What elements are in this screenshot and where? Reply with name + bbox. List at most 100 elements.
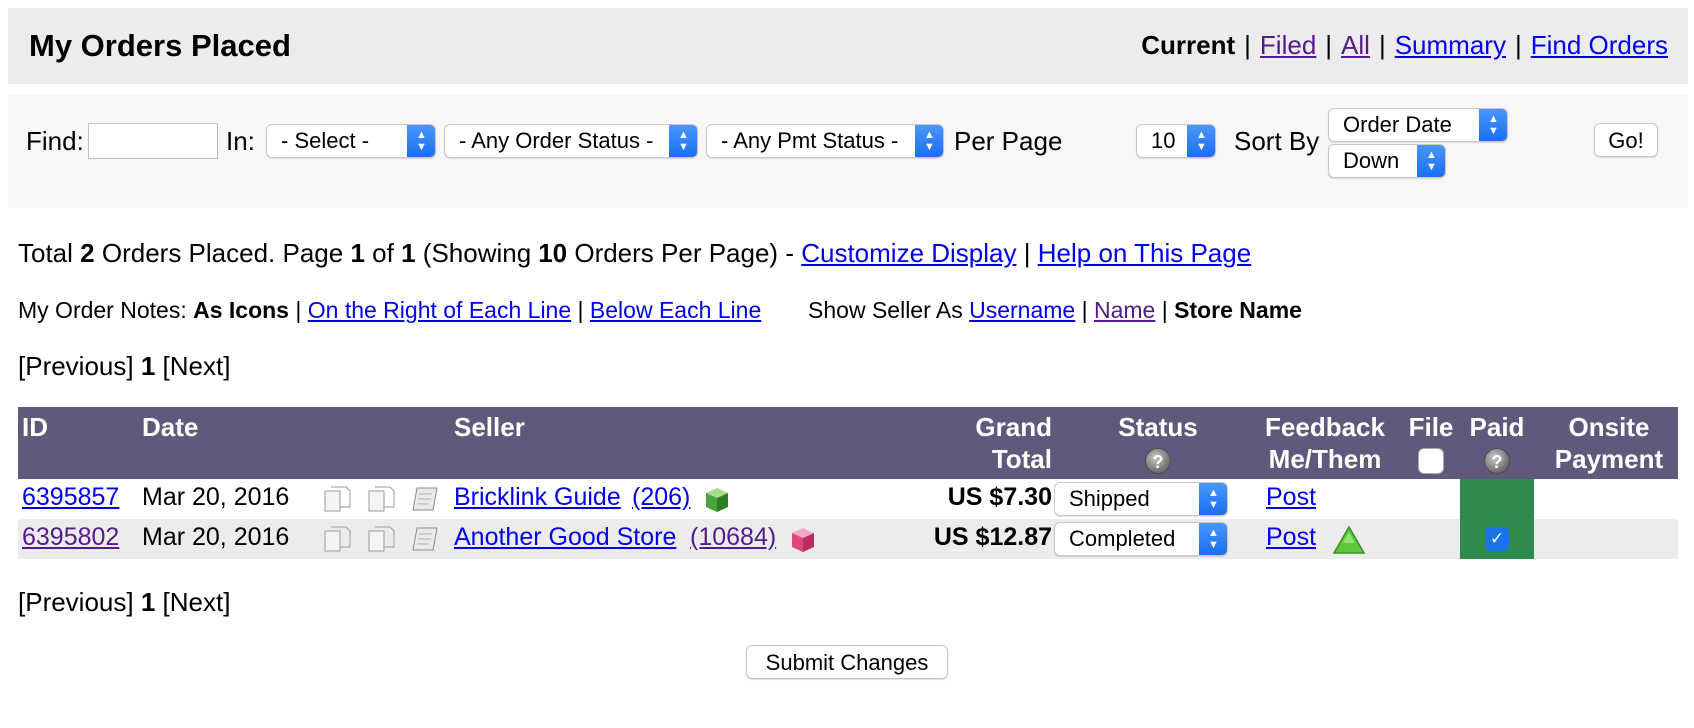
note-doc-icon[interactable] [322,485,352,513]
order-status-value: Shipped [1069,486,1150,511]
col-paid: Paid ? [1460,411,1534,475]
summary-text: Orders Placed. Page [101,238,344,268]
customize-display-link[interactable]: Customize Display [801,238,1016,268]
per-page-label: Per Page [954,126,1063,156]
filter-bar: Find: In: - Select - ▲ ▼ - Any Order Stat… [8,94,1688,208]
order-status-value: - Any Order Status - [459,128,654,153]
summary-text: Orders Per Page) - [574,238,794,268]
find-input[interactable] [88,123,218,159]
sort-direction-select[interactable]: Down ▲ ▼ [1328,144,1446,178]
col-status-label: Status [1118,412,1198,442]
note-doc-icon[interactable] [366,485,396,513]
seller-feedback-link[interactable]: (10684) [690,523,776,552]
search-in-value: - Select - [281,128,370,153]
page-title: My Orders Placed [29,28,291,63]
current-page: 1 [140,351,156,381]
paid-help-icon[interactable]: ? [1484,448,1510,474]
current-page: 1 [140,587,156,617]
col-onsite-line1: Onsite [1568,412,1650,442]
summary-text: Total [18,238,73,268]
notes-below-link[interactable]: Below Each Line [590,297,761,323]
nav-separator: | [1325,30,1333,60]
search-in-select[interactable]: - Select - ▲ ▼ [266,124,436,158]
submit-changes-button[interactable]: Submit Changes [746,645,948,679]
file-all-checkbox[interactable] [1418,448,1444,475]
col-grand-total-line2: Total [991,444,1052,474]
post-feedback-link[interactable]: Post [1266,483,1316,512]
orders-summary: Total 2 Orders Placed. Page 1 of 1 (Show… [18,238,1251,269]
col-status: Status ? [1078,411,1238,475]
sort-by-label: Sort By [1234,126,1320,156]
col-feedback-line2: Me/Them [1268,444,1382,474]
summary-separator: | [1023,238,1031,268]
col-grand-total: Grand Total [878,411,1052,475]
paid-checkbox-checked[interactable]: ✓ [1485,527,1509,551]
next-page: [Next] [162,351,231,381]
per-page-select[interactable]: 10 ▲ ▼ [1136,124,1216,158]
seller-username-link[interactable]: Username [969,297,1075,323]
summary-text: of [372,238,394,268]
notes-separator: | [577,297,584,323]
sort-field-select[interactable]: Order Date ▲ ▼ [1328,108,1508,142]
per-page-value: 10 [1151,128,1176,153]
go-button[interactable]: Go! [1594,123,1658,157]
order-status-value: Completed [1069,526,1176,551]
seller-name-link[interactable]: Name [1094,297,1155,323]
payment-status-select[interactable]: - Any Pmt Status - ▲ ▼ [706,124,944,158]
display-options: My Order Notes: As Icons | On the Right … [18,297,1302,324]
order-id-link[interactable]: 6395802 [22,523,119,552]
nav-separator: | [1378,30,1386,60]
nav-filed-link[interactable]: Filed [1260,30,1316,60]
table-row: 6395857 Mar 20, 2016 Bricklink Guide (20… [18,479,1678,519]
summary-text: (Showing [422,238,532,268]
per-page-count: 10 [538,238,568,268]
nav-find-orders-link[interactable]: Find Orders [1531,30,1668,60]
col-grand-total-line1: Grand [975,412,1052,442]
page-current: 1 [350,238,365,268]
notes-right-link[interactable]: On the Right of Each Line [308,297,571,323]
select-arrows-icon: ▲ ▼ [1479,109,1507,141]
nav-separator: | [1244,30,1251,60]
seller-display-label: Show Seller As [808,297,963,323]
seller-link[interactable]: Bricklink Guide [454,483,621,512]
orders-view-nav: Current | Filed | All | Summary | Find Orders [1141,30,1668,61]
pager-bottom: [Previous] 1 [Next] [18,587,230,618]
help-link[interactable]: Help on This Page [1038,238,1251,268]
notes-as-icons: As Icons [193,297,289,323]
sort-direction-value: Down [1343,148,1400,173]
col-date: Date [142,412,199,442]
select-arrows-icon: ▲ ▼ [1199,523,1227,555]
order-id-link[interactable]: 6395857 [22,483,119,512]
page-header: My Orders Placed Current | Filed | All | Summa… [8,8,1688,84]
note-scroll-icon[interactable] [410,525,440,553]
pager-top: [Previous] 1 [Next] [18,351,230,382]
seller-separator: | [1161,297,1168,323]
nav-all-link[interactable]: All [1341,30,1370,60]
positive-feedback-triangle-icon [1332,525,1366,554]
find-label: Find: [26,126,84,156]
seller-link[interactable]: Another Good Store [454,523,676,552]
post-feedback-link[interactable]: Post [1266,523,1316,552]
order-status-select[interactable]: Completed ▲ ▼ [1054,522,1228,556]
table-header: ID Date Seller Grand Total Status ? Feed… [18,407,1678,479]
order-grand-total: US $12.87 [933,523,1052,551]
nav-summary-link[interactable]: Summary [1395,30,1506,60]
order-status-select[interactable]: Shipped ▲ ▼ [1054,482,1228,516]
select-arrows-icon: ▲ ▼ [669,125,697,157]
select-arrows-icon: ▲ ▼ [1187,125,1215,157]
note-scroll-icon[interactable] [410,485,440,513]
order-date: Mar 20, 2016 [142,523,290,551]
page-total: 1 [401,238,416,268]
seller-status-pink-cube-icon [792,528,814,552]
note-doc-icon[interactable] [322,525,352,553]
previous-page: [Previous] [18,351,134,381]
order-status-select[interactable]: - Any Order Status - ▲ ▼ [444,124,698,158]
status-help-icon[interactable]: ? [1145,448,1171,474]
col-seller: Seller [454,412,525,442]
orders-table: ID Date Seller Grand Total Status ? Feed… [18,407,1678,559]
paid-cell: ✓ [1460,519,1534,559]
seller-feedback-link[interactable]: (206) [632,483,690,512]
note-doc-icon[interactable] [366,525,396,553]
select-arrows-icon: ▲ ▼ [1199,483,1227,515]
table-row: 6395802 Mar 20, 2016 Another Good Store … [18,519,1678,559]
